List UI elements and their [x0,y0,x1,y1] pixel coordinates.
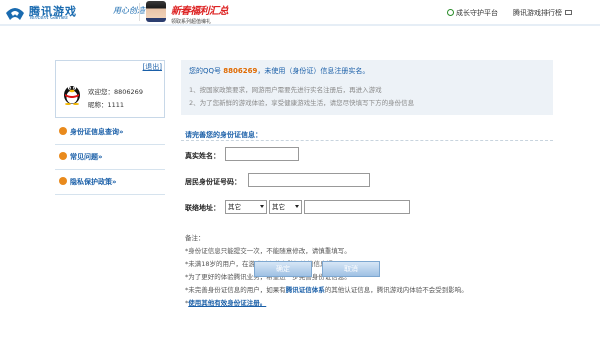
envelope-icon [565,10,572,15]
notice-title: 您的QQ号 8806269，未使用（身份证）信息注册实名。 [189,66,369,76]
welcome-text: 欢迎您：8806269 [88,88,143,96]
promo-banner[interactable]: 新春福利汇总 领取系列超值壕礼 [171,2,229,25]
top-header: 腾讯游戏 Tencent Games 用心创造快乐 新春福利汇总 领取系列超值壕… [0,0,600,25]
city-select[interactable]: 其它 [269,200,302,214]
chevron-down-icon [260,205,264,208]
credit-system-link[interactable]: 腾讯证信体系 [286,286,325,294]
notice-title-post: ，未使用（身份证）信息注册实名。 [257,67,370,75]
form-section-title: 请完善您的身份证信息： [185,131,262,139]
qq-number: 8806269 [223,67,258,75]
cancel-button[interactable]: 取消 [322,261,380,277]
notice-title-pre: 您的QQ号 [189,67,222,75]
note-5: *使用其他有效身份证注册。 [185,297,555,310]
notice-box: 您的QQ号 8806269，未使用（身份证）信息注册实名。 1、按国家政策要求，… [181,60,553,115]
nickname-text: 昵称：1111 [88,101,125,109]
id-number-label: 居民身份证号码： [185,178,241,186]
guardian-icon [447,9,454,16]
promo-title: 新春福利汇总 [171,6,229,17]
header-divider [139,3,140,21]
sidebar: [退出] 欢迎您：8806269 昵称：1111 身份证信息查询» 常见问题» … [55,60,165,200]
sidebar-item-label: 身份证信息查询» [70,128,124,136]
sidebar-item-faq[interactable]: 常见问题» [55,145,165,170]
notice-line-1: 1、按国家政策要求，网游用户需要先进行实名注册后，再进入游戏 [189,86,382,94]
address-label: 联络地址： [185,204,220,212]
tencent-games-logo[interactable]: 腾讯游戏 Tencent Games [5,2,110,22]
header-bottom-line [0,24,600,26]
bullet-icon [59,127,67,135]
notes-title: 备注： [185,234,205,242]
note-4-post: 的其他认证信息，腾讯游戏内体验不会受到影响。 [324,286,468,294]
city-value: 其它 [272,203,285,211]
ranking-label: 腾讯游戏排行榜 [513,9,562,17]
notice-line-2: 2、为了您新鲜的游戏体验，享受健康游戏生活，请您尽快填写下方的身份信息 [189,99,415,107]
sidebar-item-id-query[interactable]: 身份证信息查询» [55,120,165,145]
tencent-games-logo-icon [6,8,24,20]
bullet-icon [59,152,67,160]
bullet-icon [59,177,67,185]
chevron-down-icon [295,205,299,208]
province-select[interactable]: 其它 [225,200,267,214]
other-id-register-link[interactable]: 使用其他有效身份证注册。 [188,299,266,307]
real-name-label: 真实姓名： [185,152,220,160]
logout-link[interactable]: [退出] [143,62,162,72]
sidebar-item-label: 隐私保护政策» [70,178,117,186]
sidebar-item-privacy[interactable]: 隐私保护政策» [55,170,165,195]
guardian-platform-link[interactable]: 成长守护平台 [447,8,498,18]
logo-en-text: Tencent Games [29,15,68,21]
note-4: *未完善身份证信息的用户，如果有腾讯证信体系的其他认证信息，腾讯游戏内体验不会受… [185,284,555,297]
sidebar-nav: 身份证信息查询» 常见问题» 隐私保护政策» [55,120,165,195]
address-input[interactable] [304,200,410,214]
id-number-input[interactable] [248,173,370,187]
promo-avatar-image[interactable] [146,1,166,22]
real-name-input[interactable] [225,147,299,161]
note-4-pre: *未完善身份证信息的用户，如果有 [185,286,286,294]
confirm-button[interactable]: 确定 [254,261,312,277]
province-value: 其它 [228,203,241,211]
game-ranking-link[interactable]: 腾讯游戏排行榜 [513,8,572,18]
guardian-label: 成长守护平台 [456,9,498,17]
note-1: *身份证信息只能提交一次，不能随意修改，请慎重填写。 [185,247,351,255]
qq-penguin-icon [64,86,80,105]
sidebar-item-label: 常见问题» [70,153,103,161]
section-divider [181,140,553,142]
user-info-box: [退出] 欢迎您：8806269 昵称：1111 [55,60,165,118]
